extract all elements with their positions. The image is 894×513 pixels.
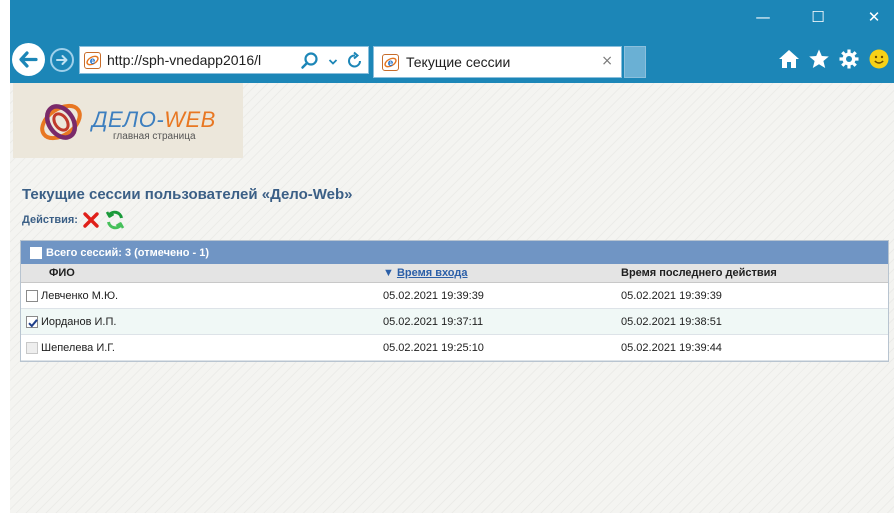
ie-page-icon: e [84, 52, 101, 69]
logo-brand-main: ДЕЛО- [92, 107, 165, 132]
close-window-button[interactable]: ✕ [856, 6, 892, 28]
column-header-login-time-label[interactable]: Время входа [397, 267, 468, 279]
delete-x-icon[interactable] [82, 211, 100, 229]
page-title: Текущие сессии пользователей «Дело-Web» [22, 186, 353, 203]
ie-page-icon: e [382, 54, 399, 71]
row-last-action: 05.02.2021 19:38:51 [621, 315, 722, 328]
table-summary-bar: Всего сессий: 3 (отмечено - 1) [21, 241, 888, 264]
row-checkbox-disabled [26, 341, 38, 354]
row-login-time: 05.02.2021 19:39:39 [383, 289, 484, 302]
row-login-time: 05.02.2021 19:25:10 [383, 341, 484, 354]
checkmark-icon [28, 318, 38, 327]
smiley-feedback-icon[interactable] [868, 48, 890, 70]
logo-brand-accent: WEB [164, 107, 216, 132]
browser-window: — ☐ ✕ e http://sph-vnedapp2016/l e Текущ… [10, 0, 894, 513]
back-button[interactable] [12, 43, 45, 76]
table-header-row: ФИО ▼ Время входа Время последнего дейст… [21, 264, 888, 283]
settings-gear-icon[interactable] [838, 48, 860, 70]
sessions-table: Всего сессий: 3 (отмечено - 1) ФИО ▼ Вре… [20, 240, 889, 362]
maximize-button[interactable]: ☐ [800, 6, 836, 28]
sessions-summary: Всего сессий: 3 (отмечено - 1) [46, 246, 210, 259]
svg-text:e: e [90, 56, 96, 67]
browser-chrome: — ☐ ✕ e http://sph-vnedapp2016/l e Текущ… [10, 0, 894, 83]
back-arrow-icon [19, 51, 38, 68]
row-name: Шепелева И.Г. [41, 341, 115, 354]
column-header-login-time[interactable]: ▼ Время входа [369, 267, 607, 279]
tab-current-sessions[interactable]: e Текущие сессии × [373, 46, 622, 78]
actions-bar: Действия: [22, 209, 126, 231]
row-last-action: 05.02.2021 19:39:39 [621, 289, 722, 302]
logo[interactable]: ДЕЛО-WEB главная страница [13, 83, 243, 158]
search-icon[interactable] [300, 51, 320, 71]
row-checkbox[interactable] [26, 289, 38, 302]
dropdown-icon[interactable] [328, 51, 338, 71]
refresh-sessions-icon[interactable] [104, 209, 126, 231]
table-row[interactable]: Левченко М.Ю. 05.02.2021 19:39:39 05.02.… [21, 283, 888, 309]
url-text[interactable]: http://sph-vnedapp2016/l [107, 52, 269, 68]
tab-close-button[interactable]: × [601, 53, 613, 69]
sort-desc-icon: ▼ [383, 267, 394, 279]
table-row[interactable]: Шепелева И.Г. 05.02.2021 19:25:10 05.02.… [21, 335, 888, 361]
home-icon[interactable] [778, 48, 800, 70]
row-last-action: 05.02.2021 19:39:44 [621, 341, 722, 354]
forward-arrow-icon [56, 55, 68, 65]
tab-title: Текущие сессии [406, 54, 511, 70]
delo-logo-icon [40, 103, 82, 141]
row-checkbox[interactable] [26, 315, 38, 328]
page-content: ДЕЛО-WEB главная страница Текущие сессии… [10, 83, 894, 513]
column-header-name[interactable]: ФИО [21, 267, 369, 279]
row-name: Иорданов И.П. [41, 315, 117, 328]
actions-label: Действия: [22, 214, 78, 226]
svg-text:e: e [388, 58, 394, 69]
new-tab-button[interactable] [624, 46, 646, 78]
table-row[interactable]: Иорданов И.П. 05.02.2021 19:37:11 05.02.… [21, 309, 888, 335]
forward-button[interactable] [50, 48, 74, 72]
row-name: Левченко М.Ю. [41, 289, 119, 302]
column-header-last-action[interactable]: Время последнего действия [607, 267, 887, 279]
row-login-time: 05.02.2021 19:37:11 [383, 315, 484, 328]
favorites-star-icon[interactable] [808, 48, 830, 70]
refresh-icon[interactable] [346, 51, 364, 71]
logo-brand: ДЕЛО-WEB [92, 107, 216, 133]
select-all-checkbox[interactable] [30, 246, 42, 259]
minimize-button[interactable]: — [745, 6, 781, 28]
logo-subtitle: главная страница [113, 131, 196, 142]
address-bar[interactable]: e http://sph-vnedapp2016/l [79, 46, 369, 74]
